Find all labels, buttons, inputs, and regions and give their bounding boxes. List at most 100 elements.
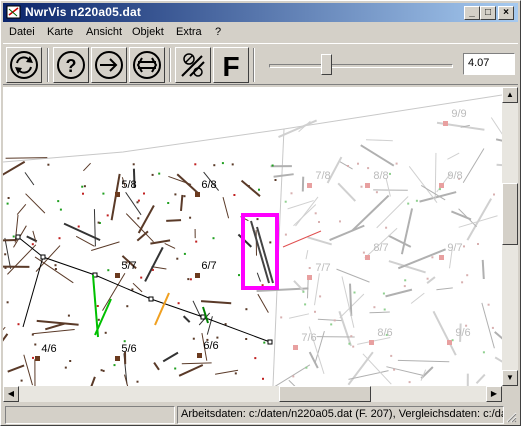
feature-point [82,192,84,195]
feature-point [183,195,186,198]
feature-point [304,303,307,306]
feature-point [69,360,72,362]
feature-point [97,221,100,224]
feature-point [136,380,139,383]
feature-line [36,319,79,326]
menu-extra[interactable]: Extra [176,26,202,38]
feature-point [461,281,464,284]
status-bar: Arbeitsdaten: c:/daten/n220a05.dat (F. 2… [3,404,518,424]
feature-point [104,331,107,334]
feature-point [189,216,192,219]
feature-point [350,335,353,338]
feature-line [215,369,239,375]
tile-marker [115,273,120,278]
feature-point [151,173,154,176]
feature-point [4,253,7,256]
feature-line [222,197,230,219]
main-window: NwrVis n220a05.dat _ □ × Datei Karte Ans… [0,0,521,426]
horizontal-scroll-thumb[interactable] [279,386,371,402]
compare-tile-marker [439,255,444,260]
feature-line [25,193,46,214]
refresh-icon [10,51,38,79]
feature-line [7,244,37,275]
vertical-scrollbar[interactable]: ▲ ▼ [502,87,518,386]
feature-point [290,192,293,195]
font-button[interactable]: F [213,47,249,83]
feature-line [83,162,91,172]
feature-line [16,204,27,215]
tools-icon [181,53,205,77]
scroll-left-button[interactable]: ◀ [3,386,19,402]
selected-feature [250,220,270,284]
maximize-button[interactable]: □ [480,6,496,20]
zoom-slider-thumb[interactable] [320,54,332,75]
double-arrow-button[interactable] [129,47,165,83]
toolbar-separator [169,48,171,82]
feature-line [75,235,95,247]
help-button[interactable]: ? [53,47,89,83]
feature-point [271,164,274,167]
feature-point [54,268,57,270]
compare-tile-marker [439,183,444,188]
tile-marker [195,273,200,278]
feature-point [262,377,264,380]
zoom-slider[interactable] [259,48,459,82]
feature-point [404,279,407,282]
title-bar[interactable]: NwrVis n220a05.dat _ □ × [3,3,518,22]
feature-point [83,185,86,188]
horizontal-scrollbar[interactable]: ◀ ▶ [3,386,502,402]
scroll-right-button[interactable]: ▶ [486,386,502,402]
svg-text:F: F [222,51,239,80]
scroll-down-button[interactable]: ▼ [502,370,518,386]
close-button[interactable]: × [498,6,514,20]
tile-label: 4/6 [41,343,56,355]
feature-point [54,264,57,267]
refresh-button[interactable] [6,47,42,83]
feature-point [302,290,305,293]
menu-datei[interactable]: Datei [9,26,35,38]
feature-line [164,243,176,249]
tile-label: 6/7 [201,260,216,272]
menu-karte[interactable]: Karte [47,26,73,38]
minimize-button[interactable]: _ [464,6,480,20]
scroll-up-button[interactable]: ▲ [502,87,518,103]
feature-point [140,276,143,279]
feature-point [32,356,34,359]
feature-line [166,219,182,222]
green-segment [94,298,112,336]
feature-point [113,364,116,367]
tile-marker [195,192,200,197]
feature-point [393,368,396,371]
tools-button[interactable] [175,47,211,83]
feature-point [352,345,355,348]
arrow-right-button[interactable] [91,47,127,83]
feature-point [487,303,490,306]
feature-point [106,214,109,217]
feature-point [107,269,110,272]
feature-line [150,239,171,245]
feature-point [213,164,216,167]
menu-help[interactable]: ? [215,26,221,38]
menu-objekt[interactable]: Objekt [132,26,164,38]
feature-point [383,308,386,311]
feature-line [45,322,65,331]
feature-point [353,291,356,294]
compare-tile-marker [447,340,452,345]
vertical-scroll-thumb[interactable] [502,183,518,245]
feature-point [192,337,195,340]
resize-grip-icon[interactable] [505,411,517,423]
tile-marker [115,192,120,197]
map-canvas[interactable]: 5/8 6/8 5/7 6/7 4/6 5/6 6/6 9/9 7/8 8/8 9/8 8/7 7/7… [3,87,502,386]
zoom-input[interactable]: 4.07 [463,53,515,75]
feature-point [382,292,385,295]
feature-point [269,241,272,244]
tile-marker [35,356,40,361]
feature-line [240,179,261,197]
feature-point [47,163,50,166]
menu-ansicht[interactable]: Ansicht [86,26,122,38]
map-view[interactable]: 5/8 6/8 5/7 6/7 4/6 5/6 6/6 9/9 7/8 8/8 9/8 8/7 7/7… [3,87,502,386]
feature-line [93,209,96,247]
feature-point [407,202,410,205]
feature-point [415,199,418,202]
feature-point [280,316,283,319]
